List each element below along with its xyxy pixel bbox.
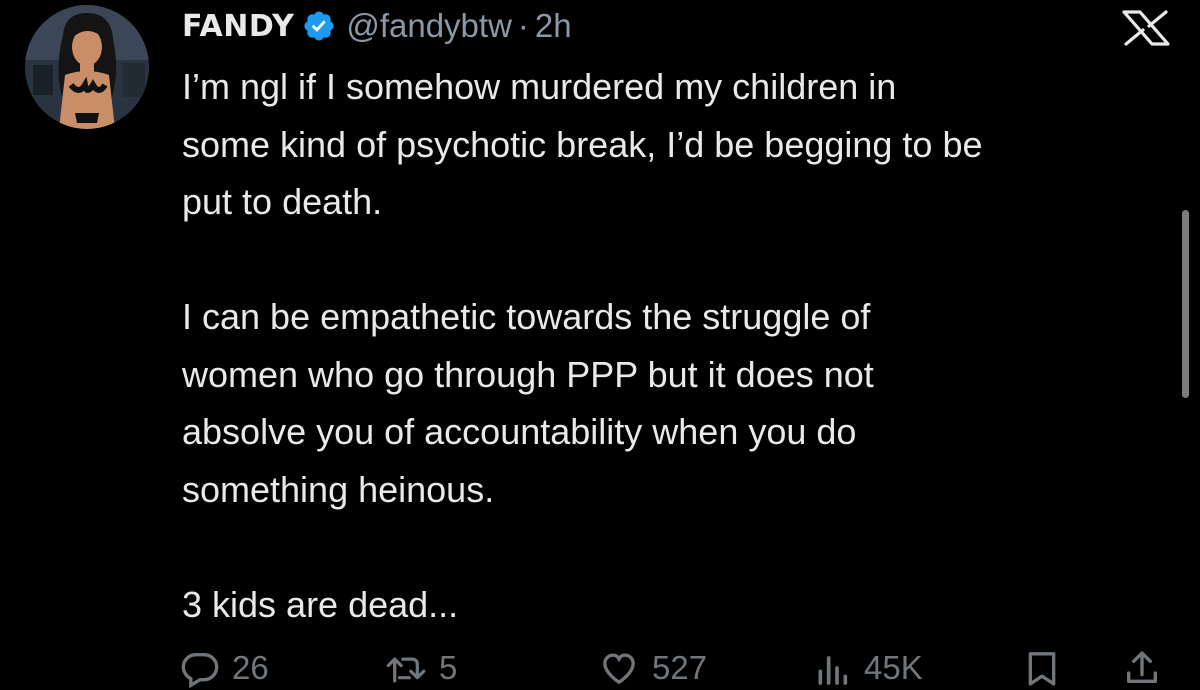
display-name[interactable]: FANDY bbox=[182, 9, 294, 44]
tweet-actions: 26 5 527 45K bbox=[0, 645, 1200, 690]
scrollbar[interactable] bbox=[1182, 210, 1189, 398]
like-count: 527 bbox=[652, 648, 708, 686]
bookmark-icon bbox=[1028, 651, 1056, 685]
tweet-header: FANDY @fandybtw · 2h bbox=[182, 0, 572, 52]
views-icon bbox=[818, 655, 848, 685]
views-count: 45K bbox=[864, 648, 923, 686]
tweet: FANDY @fandybtw · 2h I’m ngl if I someho… bbox=[0, 0, 1200, 690]
verified-badge-icon bbox=[302, 9, 336, 43]
timestamp[interactable]: 2h bbox=[535, 7, 572, 45]
retweet-count: 5 bbox=[439, 648, 458, 686]
retweet-icon bbox=[386, 657, 426, 683]
share-button[interactable] bbox=[1122, 645, 1162, 690]
avatar-image bbox=[25, 5, 149, 129]
x-logo-icon bbox=[1118, 10, 1174, 46]
author-handle[interactable]: @fandybtw bbox=[346, 7, 512, 45]
tweet-text: I’m ngl if I somehow murdered my childre… bbox=[182, 66, 983, 625]
avatar[interactable] bbox=[25, 5, 149, 129]
bookmark-button[interactable] bbox=[1022, 645, 1062, 690]
header-separator: · bbox=[517, 7, 529, 44]
reply-icon bbox=[181, 652, 219, 688]
reply-count: 26 bbox=[232, 648, 269, 686]
retweet-button[interactable]: 5 bbox=[385, 645, 457, 690]
share-icon bbox=[1127, 650, 1157, 683]
reply-button[interactable]: 26 bbox=[180, 645, 269, 690]
like-button[interactable]: 527 bbox=[598, 645, 707, 690]
views-button[interactable]: 45K bbox=[812, 645, 923, 690]
heart-icon bbox=[603, 652, 635, 684]
